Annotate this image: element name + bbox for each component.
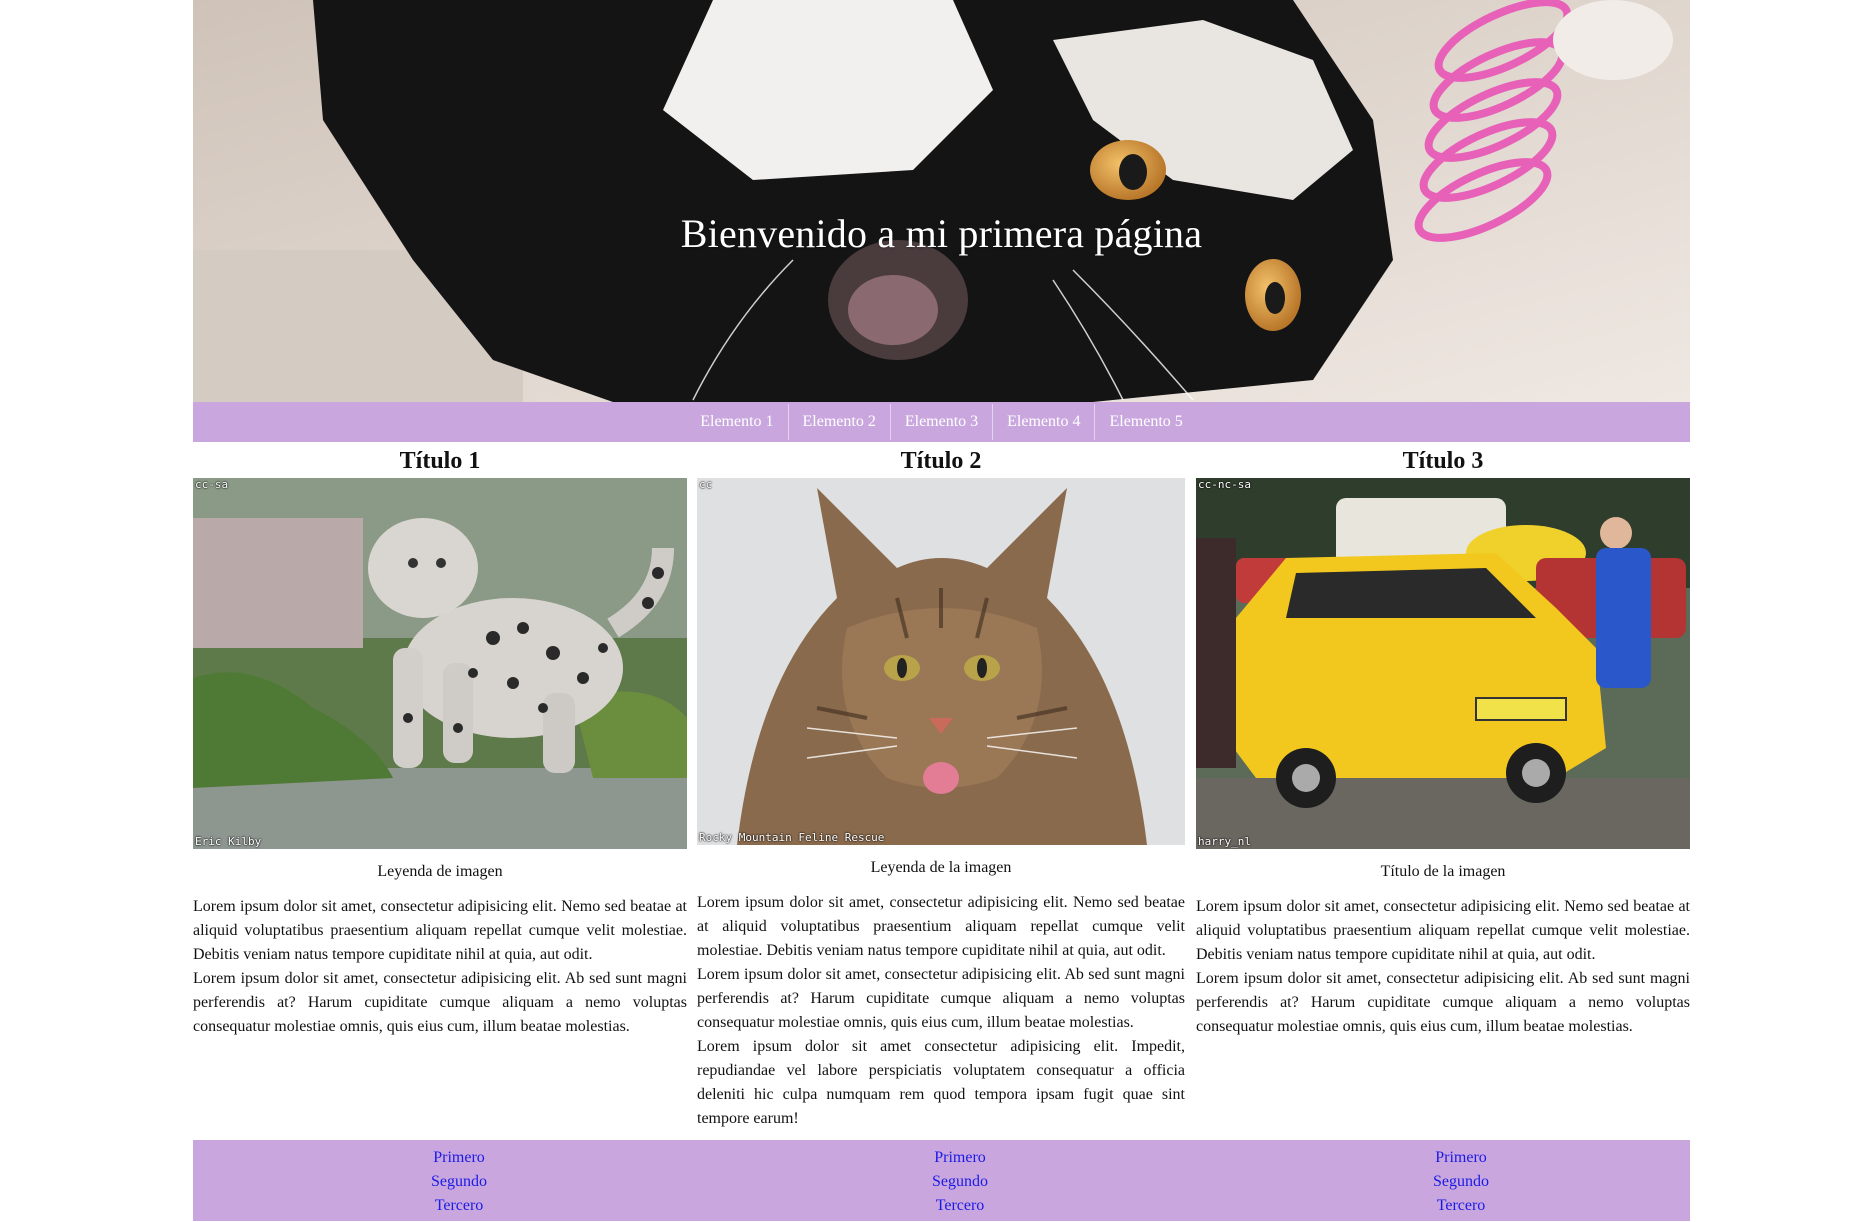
- column-paragraph: Lorem ipsum dolor sit amet, consectetur …: [1196, 898, 1690, 963]
- column-paragraph: Lorem ipsum dolor sit amet, consectetur …: [193, 970, 687, 1035]
- footer-link-primero[interactable]: Primero: [860, 1146, 1060, 1170]
- license-watermark: cc: [699, 478, 713, 491]
- column-paragraph: Lorem ipsum dolor sit amet consectetur a…: [697, 1038, 1185, 1127]
- column-paragraph: Lorem ipsum dolor sit amet, consectetur …: [193, 898, 687, 963]
- yellow-car-image: cc-nc-sa harry_nl: [1196, 478, 1690, 849]
- column-paragraph: Lorem ipsum dolor sit amet, consectetur …: [697, 966, 1185, 1031]
- footer-link-group-1: Primero Segundo Tercero: [359, 1146, 559, 1218]
- column-title: Título 2: [900, 448, 982, 474]
- hero-cat-image: [193, 0, 1690, 402]
- author-watermark: Eric Kilby: [195, 835, 262, 848]
- column-paragraph: Lorem ipsum dolor sit amet, consectetur …: [697, 894, 1185, 959]
- license-watermark: cc-sa: [195, 478, 229, 491]
- column-paragraph: Lorem ipsum dolor sit amet, consectetur …: [1196, 970, 1690, 1035]
- footer-link-primero[interactable]: Primero: [1361, 1146, 1561, 1170]
- image-caption: Título de la imagen: [1380, 863, 1506, 880]
- author-watermark: Rocky Mountain Feline Rescue: [699, 831, 885, 844]
- content-column-3: Título 3 cc-nc-sa harry_nl Título de la …: [1196, 442, 1690, 1039]
- footer-link-segundo[interactable]: Segundo: [359, 1170, 559, 1194]
- nav-item-5[interactable]: Elemento 5: [1095, 402, 1196, 442]
- footer-link-tercero[interactable]: Tercero: [860, 1194, 1060, 1218]
- column-title: Título 1: [399, 448, 481, 474]
- image-caption: Leyenda de la imagen: [870, 859, 1012, 876]
- footer-link-group-2: Primero Segundo Tercero: [860, 1146, 1060, 1218]
- hero-banner: Bienvenido a mi primera página: [193, 0, 1690, 402]
- content-column-1: Título 1 cc-sa Eric Kilby Leyenda de ima…: [193, 442, 687, 1039]
- snow-leopard-image: cc-sa Eric Kilby: [193, 478, 687, 849]
- nav-item-3[interactable]: Elemento 3: [891, 402, 992, 442]
- footer-link-segundo[interactable]: Segundo: [860, 1170, 1060, 1194]
- footer-link-segundo[interactable]: Segundo: [1361, 1170, 1561, 1194]
- footer-link-tercero[interactable]: Tercero: [359, 1194, 559, 1218]
- hero-title: Bienvenido a mi primera página: [680, 211, 1203, 256]
- main-nav: Elemento 1 Elemento 2 Elemento 3 Element…: [193, 402, 1690, 442]
- author-watermark: harry_nl: [1198, 835, 1251, 848]
- nav-item-4[interactable]: Elemento 4: [993, 402, 1094, 442]
- footer: Primero Segundo Tercero Primero Segundo …: [193, 1140, 1690, 1221]
- footer-link-primero[interactable]: Primero: [359, 1146, 559, 1170]
- content-column-2: Título 2 cc Rocky Mountain Feline Rescue…: [697, 442, 1185, 1131]
- license-watermark: cc-nc-sa: [1198, 478, 1251, 491]
- content-columns: Título 1 cc-sa Eric Kilby Leyenda de ima…: [193, 442, 1690, 1142]
- nav-item-2[interactable]: Elemento 2: [789, 402, 890, 442]
- nav-item-1[interactable]: Elemento 1: [686, 402, 787, 442]
- image-caption: Leyenda de imagen: [377, 863, 503, 880]
- column-title: Título 3: [1402, 448, 1484, 474]
- tabby-cat-image: cc Rocky Mountain Feline Rescue: [697, 478, 1185, 845]
- footer-link-group-3: Primero Segundo Tercero: [1361, 1146, 1561, 1218]
- footer-link-tercero[interactable]: Tercero: [1361, 1194, 1561, 1218]
